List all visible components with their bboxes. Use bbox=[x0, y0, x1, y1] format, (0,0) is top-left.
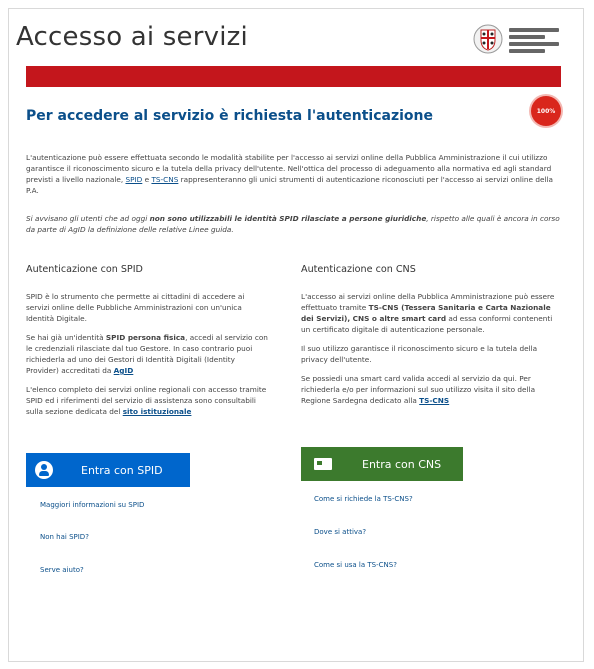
user-icon bbox=[35, 461, 53, 479]
spid-heading: Autenticazione con SPID bbox=[26, 264, 143, 275]
spid-column: Autenticazione con SPID SPID è lo strume… bbox=[26, 264, 270, 425]
spid-inline-link[interactable]: SPID bbox=[125, 175, 142, 184]
ts-cns-link[interactable]: TS-CNS bbox=[419, 396, 449, 405]
cns-request-link[interactable]: Come si richiede la TS-CNS? bbox=[314, 495, 413, 503]
quality-badge: 100% bbox=[531, 96, 561, 126]
notice-paragraph: Si avvisano gli utenti che ad oggi non s… bbox=[26, 213, 561, 235]
cns-login-label: Entra con CNS bbox=[362, 457, 442, 471]
agid-link[interactable]: AgID bbox=[114, 366, 134, 375]
cns-instructions: Se possiedi una smart card valida accedi… bbox=[301, 373, 559, 406]
spid-emphasis: SPID persona fisica bbox=[105, 333, 186, 342]
card-icon bbox=[314, 458, 332, 470]
notice-text: Si avvisano gli utenti che ad oggi bbox=[26, 214, 150, 223]
region-logo-wordmark bbox=[509, 28, 559, 56]
page-header: Accesso ai servizi bbox=[16, 22, 561, 62]
page-title: Accesso ai servizi bbox=[16, 22, 248, 52]
cns-heading: Autenticazione con CNS bbox=[301, 264, 416, 275]
cns-inline-link[interactable]: TS-CNS bbox=[151, 175, 178, 184]
spid-instructions: Se hai già un'identità SPID persona fisi… bbox=[26, 332, 270, 376]
spid-description: SPID è lo strumento che permette ai citt… bbox=[26, 292, 245, 323]
region-logo bbox=[473, 24, 561, 54]
notice-emphasis: non sono utilizzabili le identità SPID r… bbox=[149, 214, 427, 223]
cns-usage-link[interactable]: Come si usa la TS-CNS? bbox=[314, 561, 397, 569]
spid-services-info: L'elenco completo dei servizi online reg… bbox=[26, 384, 270, 417]
cns-column: Autenticazione con CNS L'accesso ai serv… bbox=[301, 264, 559, 414]
auth-required-heading: Per accedere al servizio è richiesta l'a… bbox=[26, 108, 433, 124]
cns-activate-link[interactable]: Dove si attiva? bbox=[314, 528, 366, 536]
region-emblem-icon bbox=[473, 24, 503, 54]
spid-more-info-link[interactable]: Maggiori informazioni su SPID bbox=[40, 501, 144, 509]
cns-login-button[interactable]: Entra con CNS bbox=[301, 447, 463, 481]
spid-login-button[interactable]: Entra con SPID bbox=[26, 453, 190, 487]
intro-paragraph: L'autenticazione può essere effettuata s… bbox=[26, 152, 561, 196]
cns-privacy-text: Il suo utilizzo garantisce il riconoscim… bbox=[301, 344, 538, 364]
spid-login-label: Entra con SPID bbox=[81, 463, 163, 477]
spid-no-spid-link[interactable]: Non hai SPID? bbox=[40, 533, 89, 541]
cns-description: L'accesso ai servizi online della Pubbli… bbox=[301, 291, 559, 335]
spid-text: Se hai già un'identità bbox=[26, 333, 106, 342]
institutional-site-link[interactable]: sito istituzionale bbox=[123, 407, 192, 416]
red-banner bbox=[26, 66, 561, 87]
spid-help-link[interactable]: Serve aiuto? bbox=[40, 566, 84, 574]
